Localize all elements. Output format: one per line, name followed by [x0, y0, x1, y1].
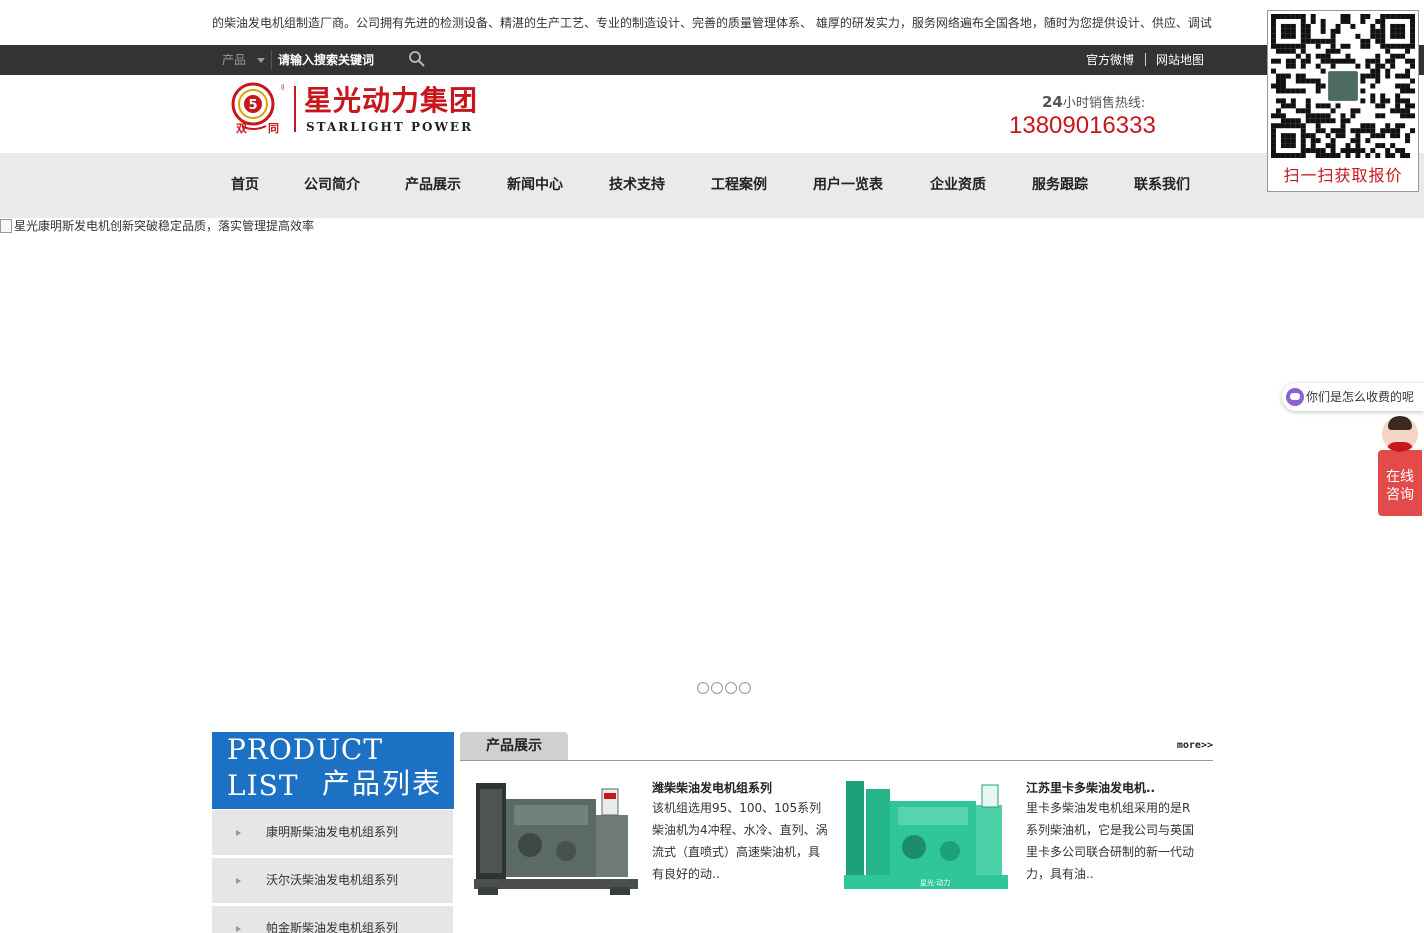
- bullet-arrow-icon: [236, 926, 241, 932]
- nav-item-support[interactable]: 技术支持: [609, 175, 665, 195]
- chat-icon: [1286, 388, 1304, 406]
- chat-bubble[interactable]: 你们是怎么收费的呢: [1282, 383, 1424, 411]
- nav-item-contact[interactable]: 联系我们: [1134, 175, 1190, 195]
- product-title-weichai[interactable]: 潍柴柴油发电机组系列: [652, 780, 772, 796]
- search-divider: [271, 50, 272, 70]
- logo-title-en: STARLIGHT POWER: [306, 120, 474, 134]
- logo-title-cn[interactable]: 星光动力集团: [304, 83, 478, 119]
- nav-item-about[interactable]: 公司简介: [304, 175, 360, 195]
- search-icon: [409, 51, 425, 67]
- sitemap-link[interactable]: 网站地图: [1156, 52, 1204, 68]
- announcement-marquee: 的柴油发电机组制造厂商。公司拥有先进的检测设备、精湛的生产工艺、专业的制造设计、…: [212, 13, 1213, 33]
- marquee-text: 的柴油发电机组制造厂商。公司拥有先进的检测设备、精湛的生产工艺、专业的制造设计、…: [212, 16, 1212, 30]
- slider-dot[interactable]: [697, 682, 709, 694]
- bullet-arrow-icon: [236, 878, 241, 884]
- product-desc-ricardo: 里卡多柴油发电机组采用的是R系列柴油机，它是我公司与英国里卡多公司联合研制的新一…: [1026, 801, 1195, 881]
- toplink-divider: [1145, 53, 1146, 66]
- hotline-label-text: 小时销售热线:: [1062, 96, 1146, 111]
- product-desc-weichai: 该机组选用95、100、105系列柴油机为4冲程、水冷、直列、涡流式（直喷式）高…: [652, 801, 828, 881]
- nav-item-news[interactable]: 新闻中心: [507, 175, 563, 195]
- product-showcase-tabbar: 产品展示 more>>: [460, 732, 1213, 761]
- product-list-item-label: 康明斯柴油发电机组系列: [266, 825, 399, 839]
- search-button[interactable]: [406, 50, 428, 70]
- product-image-ricardo[interactable]: 星光·动力: [840, 775, 1010, 905]
- hotline-label: 24小时销售热线:: [1042, 92, 1145, 111]
- banner-alt-text: 星光康明斯发电机创新突破稳定品质，落实管理提高效率: [14, 219, 315, 233]
- slider-dot[interactable]: [725, 682, 737, 694]
- search-category-select[interactable]: 产品: [222, 51, 246, 69]
- search-input[interactable]: [278, 50, 398, 70]
- svg-text:星光·动力: 星光·动力: [920, 878, 950, 887]
- hero-banner[interactable]: 星光康明斯发电机创新突破稳定品质，落实管理提高效率: [0, 218, 1424, 702]
- nav-item-service[interactable]: 服务跟踪: [1032, 175, 1088, 195]
- more-link[interactable]: more>>: [1177, 740, 1213, 751]
- product-list-item[interactable]: 沃尔沃柴油发电机组系列: [212, 858, 453, 903]
- product-list-header: PRODUCT LIST 产品列表: [212, 732, 454, 809]
- nav-item-home[interactable]: 首页: [231, 175, 259, 195]
- product-list-item-label: 沃尔沃柴油发电机组系列: [266, 873, 399, 887]
- slider-dots: [697, 682, 751, 694]
- qr-code-panel: 扫一扫获取报价: [1267, 10, 1419, 192]
- banner-image[interactable]: 星光康明斯发电机创新突破稳定品质，落实管理提高效率: [0, 218, 314, 234]
- product-image-weichai[interactable]: [470, 775, 640, 905]
- chat-bubble-text: 你们是怎么收费的呢: [1306, 390, 1415, 404]
- slider-dot[interactable]: [739, 682, 751, 694]
- main-nav: 首页 公司简介 产品展示 新闻中心 技术支持 工程案例 用户一览表 企业资质 服…: [0, 153, 1424, 218]
- consult-label: 在线 咨询: [1378, 468, 1422, 504]
- online-consult-button[interactable]: 在线 咨询: [1378, 416, 1422, 516]
- slider-dot[interactable]: [711, 682, 723, 694]
- consult-panel[interactable]: 在线 咨询: [1378, 450, 1422, 516]
- top-bar: 产品 官方微博 网站地图: [0, 45, 1424, 75]
- product-list-item-label: 帕金斯柴油发电机组系列: [266, 921, 399, 933]
- product-list-item[interactable]: 康明斯柴油发电机组系列: [212, 810, 453, 855]
- chevron-down-icon[interactable]: [257, 58, 265, 63]
- nav-item-cases[interactable]: 工程案例: [711, 175, 767, 195]
- qr-caption: 扫一扫获取报价: [1283, 166, 1403, 185]
- consult-label-line1: 在线: [1386, 469, 1414, 485]
- tab-products[interactable]: 产品展示: [460, 732, 568, 760]
- product-list-item[interactable]: 帕金斯柴油发电机组系列: [212, 906, 453, 933]
- product-title-ricardo[interactable]: 江苏里卡多柴油发电机..: [1026, 780, 1155, 796]
- agent-avatar: [1382, 416, 1418, 452]
- nav-item-qualification[interactable]: 企业资质: [930, 175, 986, 195]
- hotline-number: 13809016333: [1009, 112, 1156, 139]
- broken-image-icon: [0, 219, 12, 233]
- header: [0, 75, 1424, 153]
- logo-divider: [294, 86, 296, 132]
- svg-text:®: ®: [280, 83, 284, 92]
- consult-label-line2: 咨询: [1386, 487, 1414, 503]
- qr-code-image: [1271, 14, 1415, 158]
- svg-text:同: 同: [268, 122, 279, 134]
- logo-emblem[interactable]: 5 双 同 ®: [222, 82, 284, 134]
- bullet-arrow-icon: [236, 830, 241, 836]
- weibo-link[interactable]: 官方微博: [1086, 52, 1134, 68]
- hotline-prefix: 24: [1042, 93, 1063, 111]
- nav-item-users[interactable]: 用户一览表: [813, 175, 883, 195]
- nav-item-products[interactable]: 产品展示: [405, 175, 461, 195]
- svg-text:5: 5: [248, 98, 257, 113]
- product-list-title-cn: 产品列表: [321, 767, 442, 800]
